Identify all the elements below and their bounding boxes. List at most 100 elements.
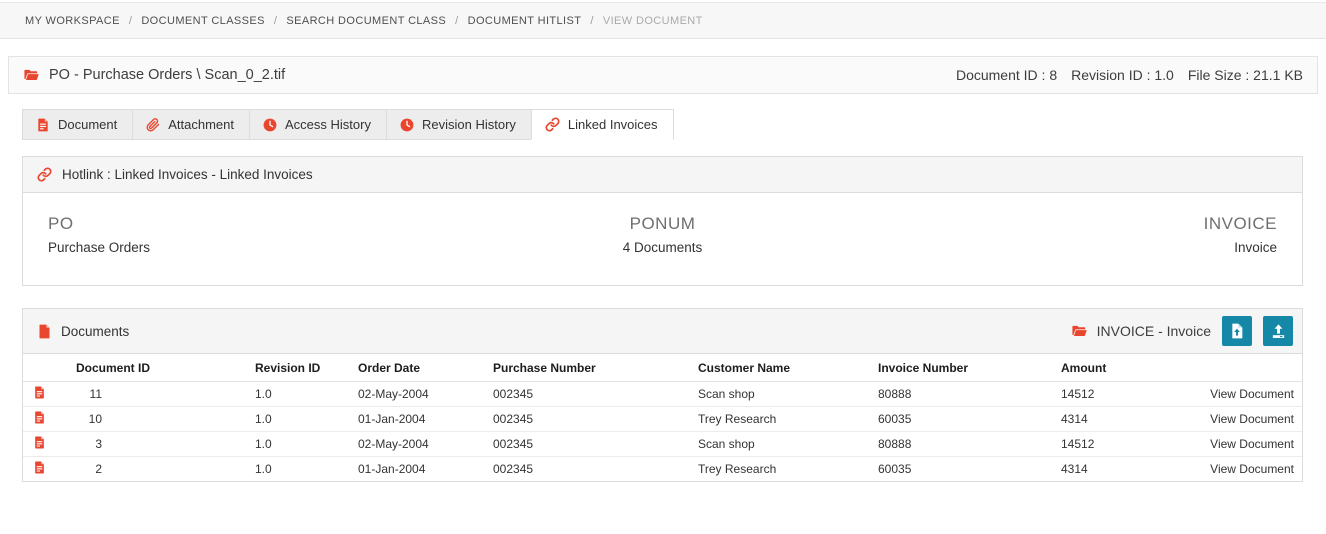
revision-id-meta: Revision ID : 1.0: [1071, 67, 1174, 83]
cell-purchase-number: 002345: [493, 462, 534, 476]
breadcrumb-separator: /: [455, 14, 459, 27]
add-document-button[interactable]: [1222, 316, 1252, 346]
document-header-bar: PO - Purchase Orders \ Scan_0_2.tif Docu…: [8, 56, 1318, 94]
cell-document-id: 3: [95, 437, 102, 451]
tab-label: Revision History: [421, 117, 516, 132]
tab-bar: Document Attachment Access History Revis…: [22, 109, 1303, 140]
tab-label: Attachment: [168, 117, 235, 132]
breadcrumb-item-view-document: VIEW DOCUMENT: [602, 14, 703, 27]
cell-revision-id: 1.0: [233, 406, 336, 432]
paperclip-icon: [146, 117, 160, 132]
cell-order-date: 01-Jan-2004: [358, 462, 426, 476]
breadcrumb-item-search-document-class[interactable]: SEARCH DOCUMENT CLASS: [286, 15, 446, 27]
file-upload-icon: [1229, 323, 1245, 339]
tab-document[interactable]: Document: [22, 109, 134, 140]
hotlink-source-code: PO: [48, 214, 74, 233]
table-row: 11 1.0 02-May-2004 002345 Scan shop 8088…: [23, 381, 1302, 407]
column-header-purchase-number: Purchase Number: [471, 354, 676, 382]
breadcrumb: MY WORKSPACE / DOCUMENT CLASSES / SEARCH…: [0, 2, 1326, 39]
table-row: 10 1.0 01-Jan-2004 002345 Trey Research …: [23, 406, 1302, 432]
view-document-link[interactable]: View Document: [1210, 437, 1294, 451]
link-icon: [545, 117, 560, 132]
column-header-document-id: Document ID: [68, 354, 233, 382]
target-class-label: INVOICE - Invoice: [1096, 323, 1211, 339]
breadcrumb-item-document-hitlist[interactable]: DOCUMENT HITLIST: [468, 15, 582, 27]
hotlink-panel: Hotlink : Linked Invoices - Linked Invoi…: [22, 156, 1303, 286]
documents-panel-header: Documents INVOICE - Invoice: [23, 309, 1302, 354]
column-header-icon: [23, 354, 68, 382]
upload-document-button[interactable]: [1263, 316, 1293, 346]
document-id-meta: Document ID : 8: [955, 67, 1058, 83]
hotlink-source-description: Purchase Orders: [48, 240, 151, 255]
hotlink-relation-count: 4 Documents: [622, 240, 703, 255]
column-header-amount: Amount: [1039, 354, 1159, 382]
documents-panel: Documents INVOICE - Invoice Document ID …: [22, 308, 1303, 482]
folder-open-icon: [23, 67, 40, 84]
view-document-link[interactable]: View Document: [1210, 412, 1294, 426]
document-icon: [33, 461, 46, 474]
cell-customer-name: Trey Research: [698, 462, 777, 476]
hotlink-panel-header: Hotlink : Linked Invoices - Linked Invoi…: [23, 157, 1302, 193]
link-icon: [37, 167, 52, 182]
table-header-row: Document ID Revision ID Order Date Purch…: [23, 354, 1302, 382]
folder-open-icon: [1071, 323, 1088, 340]
cell-purchase-number: 002345: [471, 431, 676, 457]
cell-purchase-number: 002345: [471, 406, 676, 432]
tab-revision-history[interactable]: Revision History: [385, 109, 532, 140]
document-title: PO - Purchase Orders \ Scan_0_2.tif: [49, 67, 286, 83]
column-header-customer-name: Customer Name: [676, 354, 856, 382]
table-row: 3 1.0 02-May-2004 002345 Scan shop 80888…: [23, 431, 1302, 457]
cell-customer-name: Scan shop: [676, 381, 856, 407]
document-meta: Document ID : 8 Revision ID : 1.0 File S…: [956, 67, 1303, 83]
linked-documents-table: Document ID Revision ID Order Date Purch…: [23, 354, 1302, 481]
column-header-order-date: Order Date: [336, 354, 471, 382]
column-header-action: [1159, 354, 1302, 382]
tab-access-history[interactable]: Access History: [249, 109, 387, 140]
cell-order-date: 02-May-2004: [336, 381, 471, 407]
cell-purchase-number: 002345: [471, 381, 676, 407]
breadcrumb-separator: /: [128, 14, 133, 27]
cell-order-date: 01-Jan-2004: [336, 406, 471, 432]
hotlink-target-description: Invoice: [1234, 240, 1278, 255]
file-size-meta: File Size : 21.1 KB: [1187, 67, 1303, 83]
documents-panel-title-wrap: Documents: [37, 324, 129, 339]
tab-linked-invoices[interactable]: Linked Invoices: [530, 109, 674, 140]
cell-revision-id: 1.0: [233, 431, 336, 457]
tab-attachment[interactable]: Attachment: [132, 109, 251, 140]
column-header-revision-id: Revision ID: [233, 354, 336, 382]
document-title-wrap: PO - Purchase Orders \ Scan_0_2.tif: [23, 67, 285, 84]
breadcrumb-separator: /: [590, 14, 594, 27]
cell-customer-name: Trey Research: [676, 406, 856, 432]
documents-panel-title: Documents: [61, 323, 130, 339]
document-icon: [33, 411, 46, 424]
breadcrumb-item-document-classes[interactable]: DOCUMENT CLASSES: [141, 15, 265, 27]
cell-invoice-number: 60035: [878, 462, 912, 476]
document-icon: [37, 324, 52, 339]
cell-document-id: 10: [88, 412, 102, 426]
hotlink-target-code: INVOICE: [1203, 214, 1278, 233]
breadcrumb-item-my-workspace[interactable]: MY WORKSPACE: [25, 15, 120, 27]
view-document-link[interactable]: View Document: [1210, 387, 1294, 401]
document-icon: [33, 436, 46, 449]
cell-invoice-number: 60035: [856, 406, 1039, 432]
document-icon: [33, 386, 46, 399]
hotlink-target-class: INVOICE Invoice: [867, 214, 1277, 255]
clock-icon: [263, 118, 277, 132]
cell-revision-id: 1.0: [255, 462, 272, 476]
hotlink-relation-field: PONUM 4 Documents: [458, 214, 868, 255]
tab-label: Access History: [285, 117, 371, 132]
cell-invoice-number: 80888: [856, 381, 1039, 407]
view-document-link[interactable]: View Document: [1210, 462, 1294, 476]
hotlink-panel-title: Hotlink : Linked Invoices - Linked Invoi…: [62, 167, 313, 182]
cell-document-id: 2: [95, 462, 102, 476]
cell-order-date: 02-May-2004: [336, 431, 471, 457]
column-header-invoice-number: Invoice Number: [856, 354, 1039, 382]
upload-icon: [1270, 323, 1287, 340]
tab-label: Linked Invoices: [567, 117, 658, 132]
table-row: 2 1.0 01-Jan-2004 002345 Trey Research 6…: [23, 457, 1302, 482]
clock-icon: [400, 118, 414, 132]
hotlink-source-class: PO Purchase Orders: [48, 214, 458, 255]
cell-customer-name: Scan shop: [676, 431, 856, 457]
breadcrumb-separator: /: [273, 14, 278, 27]
documents-panel-actions: INVOICE - Invoice: [1071, 316, 1293, 346]
